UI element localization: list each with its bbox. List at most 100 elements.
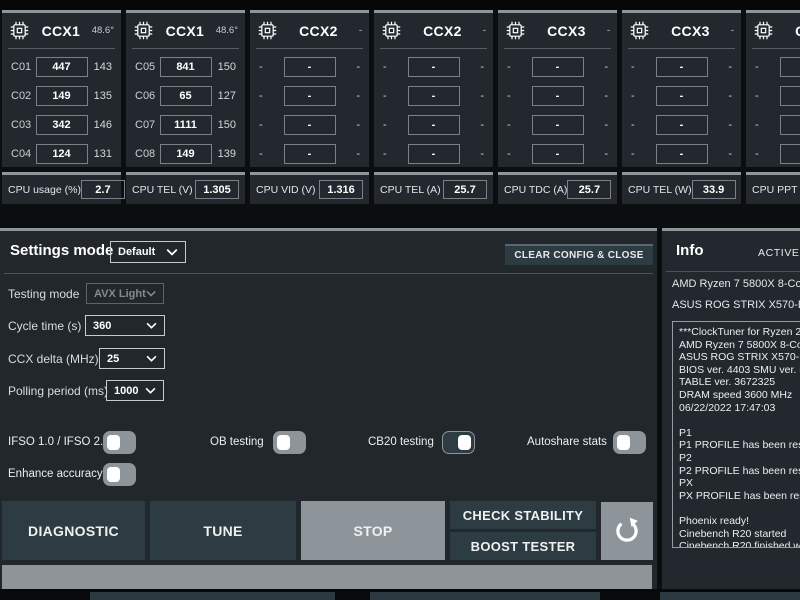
core-secondary-value: 135 [93, 89, 112, 102]
core-value-box: - [655, 85, 708, 106]
core-value-box: 149 [159, 143, 212, 164]
cpu-chip-icon [753, 20, 774, 41]
core-row: - - - [374, 110, 493, 139]
core-row: - - - [622, 81, 741, 110]
ccx-panel: CCX3 - - - - - - - - - - - - - [622, 10, 741, 167]
progress-bar [2, 565, 652, 591]
cpu-chip-icon [629, 20, 650, 41]
core-label: - [755, 147, 759, 160]
metric-value-box: 25.7 [443, 180, 487, 199]
metric-label: CPU TEL (W) [628, 183, 692, 196]
core-label: C08 [135, 147, 156, 160]
toggle-switch[interactable] [613, 431, 646, 454]
ccx-name: CCX3 [671, 22, 710, 39]
cpu-chip-icon [9, 20, 30, 41]
info-panel: Info ACTIVE AMD Ryzen 7 5800X 8-Core Pro… [662, 228, 800, 589]
ccx-panel: CCX3 - - - - - - - - - - - - - [498, 10, 617, 167]
tune-button[interactable]: TUNE [150, 501, 296, 560]
field-label: Polling period (ms) [8, 384, 109, 398]
core-value-box: - [655, 114, 708, 135]
core-value-box: 149 [35, 85, 88, 106]
metric-value-box: 25.7 [567, 180, 612, 199]
log-output[interactable]: ***ClockTuner for Ryzen 2.1 RC***AMD Ryz… [672, 321, 800, 548]
cpu-chip-icon [257, 20, 278, 41]
core-label: C01 [11, 60, 32, 73]
core-label: - [755, 89, 759, 102]
core-value-box: 1111 [159, 114, 212, 135]
ccx-temperature: - [730, 25, 734, 36]
ccx-panel-header: CCX3 - [622, 13, 741, 46]
metric-value-box: 2.7 [80, 180, 125, 199]
log-line: P2 PROFILE has been restored [679, 464, 800, 477]
core-row: C08 149 139 [126, 139, 245, 168]
toggle-knob [107, 467, 120, 482]
core-secondary-value: - [480, 60, 484, 73]
ccx-panel-header: CCX2 - [250, 13, 369, 46]
core-secondary-value: - [604, 89, 608, 102]
chevron-down-icon [146, 290, 156, 297]
core-value-box: - [283, 85, 336, 106]
core-value-box: - [531, 56, 584, 77]
clear-config-close-button[interactable]: CLEAR CONFIG & CLOSE [505, 244, 653, 265]
boost-tester-button[interactable]: BOOST TESTER [450, 532, 596, 560]
field-dropdown[interactable]: 25 [99, 348, 165, 369]
settings-mode-dropdown[interactable]: Default [110, 241, 186, 263]
core-secondary-value: - [356, 89, 360, 102]
core-value-box: - [283, 114, 336, 135]
field-label: CCX delta (MHz) [8, 352, 99, 366]
stop-button[interactable]: STOP [301, 501, 445, 560]
field-dropdown[interactable]: 1000 [106, 380, 164, 401]
dropdown-value: 25 [107, 352, 120, 365]
core-secondary-value: - [480, 118, 484, 131]
ccx-name: CCX2 [299, 22, 338, 39]
field-label: Testing mode [8, 287, 80, 301]
core-value-box: - [655, 143, 708, 164]
log-line: ***ClockTuner for Ryzen 2.1 RC*** [679, 326, 800, 338]
settings-field: CCX delta (MHz) 25 [0, 348, 400, 370]
core-label: - [755, 118, 759, 131]
core-label: - [631, 118, 635, 131]
cpu-model-line: AMD Ryzen 7 5800X 8-Core Processor [672, 278, 800, 290]
toggle-group: Autoshare stats [0, 431, 657, 454]
cpu-chip-icon [133, 20, 154, 41]
refresh-button[interactable] [601, 502, 653, 560]
core-label: C07 [135, 118, 156, 131]
core-rows: C05 841 150 C06 65 127 C07 1111 150 C08 … [126, 49, 245, 168]
core-secondary-value: - [480, 89, 484, 102]
field-dropdown[interactable]: 360 [85, 315, 165, 336]
bottom-segment [660, 592, 800, 600]
core-row: - - - [498, 81, 617, 110]
core-rows: - - - - - - - - - - - - [622, 49, 741, 168]
core-row: C06 65 127 [126, 81, 245, 110]
core-rows: - - - - - - - - - - - - [498, 49, 617, 168]
bottom-segment [370, 592, 600, 600]
core-row: C04 124 131 [2, 139, 121, 168]
core-row: C07 1111 150 [126, 110, 245, 139]
ccx-panel-header: CCX3 - [498, 13, 617, 46]
ccx-name: CCX4 [779, 23, 800, 39]
window-bottom-strip [0, 589, 800, 600]
log-line: PX [679, 477, 694, 490]
chevron-down-icon [145, 387, 156, 394]
core-secondary-value: - [356, 118, 360, 131]
ccx-panel: CCX4 - - - - - - - - - - - - - [746, 10, 800, 167]
core-row: - - - [746, 139, 800, 168]
core-secondary-value: 150 [217, 118, 236, 131]
core-label: - [507, 147, 511, 160]
core-value-box: - [407, 56, 460, 77]
metric-label: CPU TEL (V) [132, 183, 193, 196]
core-value-box: - [531, 114, 584, 135]
log-line: BIOS ver. 4403 SMU ver. 56.70.0 [679, 363, 800, 376]
ccx-temperature: 48.6° [91, 25, 114, 36]
log-line: TABLE ver. 3672325 [679, 376, 776, 389]
cpu-metric-tile: CPU usage (%) 2.7 [2, 172, 125, 204]
diagnostic-button[interactable]: DIAGNOSTIC [2, 501, 145, 560]
toggle-switch[interactable] [103, 463, 136, 486]
core-rows: - - - - - - - - - - - - [250, 49, 369, 168]
ccx-panel: CCX2 - - - - - - - - - - - - - [250, 10, 369, 167]
core-value-box: - [531, 143, 584, 164]
core-label: - [507, 60, 511, 73]
ccx-temperature: 48.6° [215, 25, 238, 36]
core-value-box: 124 [35, 143, 88, 164]
check-stability-button[interactable]: CHECK STABILITY [450, 501, 596, 529]
